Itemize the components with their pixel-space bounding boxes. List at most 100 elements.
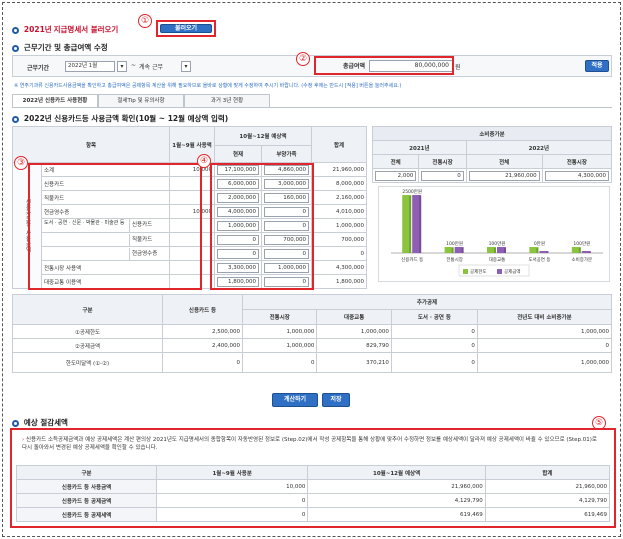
deduction-table: 구분 신용카드 등 추가공제 전통시장 대중교통 도서 · 공연 등 전년도 대… xyxy=(12,294,613,373)
period-salary-bar: 근무기간 2022년 1월 ▾ ~ 계속 근무 ▾ 총급여액 80,000,00… xyxy=(12,55,612,77)
cell-card: 2,500,000 xyxy=(162,324,243,339)
tab-past-3-years[interactable]: 과거 3년 현황 xyxy=(184,94,270,108)
row-total: 2,160,000 xyxy=(311,190,367,205)
chart-bar-shade xyxy=(536,248,539,253)
callout-2: ② xyxy=(296,52,310,66)
row-total: 4,300,000 xyxy=(311,260,367,275)
chart-category-label: 도서공연 등 xyxy=(528,256,550,263)
col-2021-total: 전체 xyxy=(371,154,420,169)
year-2021: 2021년 xyxy=(372,140,467,155)
input-2021-total[interactable]: 2,000 xyxy=(375,170,417,181)
chart-bar-shade xyxy=(409,196,412,253)
deduction-chart: 2500만원 신용카드 등 100만원 전통시장 100만원 대중교통 0만원 도서공연 등 1… xyxy=(378,186,610,282)
chart-legend-label: 공제금액 xyxy=(504,268,521,275)
section4-heading: 예상 절감세액 xyxy=(12,417,68,428)
chart-data-label: 100만원 xyxy=(489,240,506,247)
cell-book: 0 xyxy=(390,352,478,373)
chart-legend-swatch xyxy=(463,269,468,274)
row-label: ①공제한도 xyxy=(12,324,163,339)
cell-increase: 1,000,000 xyxy=(476,324,613,339)
tab-underline xyxy=(12,107,612,108)
table-row: ①공제한도 2,500,000 1,000,000 1,000,000 0 1,… xyxy=(12,324,613,339)
cell-jan: 0 xyxy=(155,493,309,508)
cell-total: 619,469 xyxy=(484,507,611,522)
chart-data-label: 100만원 xyxy=(573,240,590,247)
cell-card: 0 xyxy=(162,352,243,373)
heading-load-title: 지급명세서 불러오기 xyxy=(53,25,119,34)
cell-card: 2,400,000 xyxy=(162,338,243,353)
heading-year: 2021년 xyxy=(23,25,52,34)
col-transport: 대중교통 xyxy=(316,309,392,325)
chart-bar-shade xyxy=(419,196,422,253)
callout-box-4 xyxy=(210,163,314,290)
cell-book: 0 xyxy=(390,338,478,353)
section2-title: 2022년 신용카드등 사용금액 확인(10월 ~ 12월 예상액 입력) xyxy=(23,114,229,123)
chart-category-label: 소비증가분 xyxy=(571,256,592,263)
load-button[interactable]: 불러오기 xyxy=(160,24,212,33)
chart-bar-shade xyxy=(504,248,506,253)
row-total: 1,800,000 xyxy=(311,274,367,289)
tax-table: 구분 1월~9월 사용분 10월~12월 예상액 합계 신용카드 등 사용금액 … xyxy=(16,465,611,522)
callout-box-1: 불러오기 xyxy=(156,20,216,37)
cell-increase: 1,000,000 xyxy=(476,352,613,373)
chevron-down-icon[interactable]: ▾ xyxy=(181,61,191,72)
col-total: 합계 xyxy=(311,126,367,163)
tab-tips[interactable]: 절세Tip 및 유의사항 xyxy=(98,94,184,108)
cell-transport: 1,000,000 xyxy=(316,324,392,339)
col-type: 구분 xyxy=(16,465,157,480)
input-2022-total[interactable]: 21,960,000 xyxy=(468,170,540,181)
col-type: 구분 xyxy=(12,294,163,325)
consumption-table: 소비증가분 2021년 2022년 전체 전통시장 전체 전통시장 2,000 … xyxy=(371,126,613,183)
bullet-icon xyxy=(12,116,19,123)
input-2021-market[interactable]: 0 xyxy=(421,170,464,181)
chart-data-label: 0만원 xyxy=(534,240,545,247)
chart-legend-swatch xyxy=(497,269,502,274)
row-label: 신용카드 등 공제세액 xyxy=(16,507,157,522)
row-total: 8,000,000 xyxy=(311,176,367,191)
cell-book: 0 xyxy=(390,324,478,339)
section1-heading: 근무기간 및 총급여액 수정 xyxy=(12,42,108,53)
salary-unit: 원 xyxy=(455,64,461,71)
chart-category-label: 신용카드 등 xyxy=(401,256,423,263)
input-2022-market[interactable]: 4,300,000 xyxy=(544,170,609,181)
chevron-down-icon[interactable]: ▾ xyxy=(117,61,127,72)
cell-jan: 0 xyxy=(155,507,309,522)
callout-1: ① xyxy=(138,14,152,28)
col-market: 전통시장 xyxy=(241,309,318,325)
callout-3: ③ xyxy=(14,156,28,170)
table-row: 신용카드 등 공제금액 0 4,129,790 4,129,790 xyxy=(16,493,611,508)
row-label: 신용카드 등 사용금액 xyxy=(16,479,157,494)
apply-button[interactable]: 적용 xyxy=(585,60,609,72)
year-2022: 2022년 xyxy=(465,140,613,155)
cell-oct: 4,129,790 xyxy=(307,493,486,508)
row-total: 4,010,000 xyxy=(311,204,367,219)
col-increase: 전년도 대비 소비증가분 xyxy=(476,309,613,325)
col-jan-sep: 1월~9월 사용분 xyxy=(155,465,309,480)
calculate-button[interactable]: 계산하기 xyxy=(272,393,318,407)
row-total: 0 xyxy=(311,246,367,261)
col-book: 도서 · 공연 등 xyxy=(390,309,478,325)
section2-heading: 2022년 신용카드등 사용금액 확인(10월 ~ 12월 예상액 입력) xyxy=(12,113,228,124)
period-separator: ~ xyxy=(131,62,137,69)
chart-category-label: 대중교통 xyxy=(489,256,506,263)
callout-box-3 xyxy=(28,163,202,290)
col-2022-market: 전통시장 xyxy=(541,154,613,169)
col-total: 합계 xyxy=(484,465,611,480)
col-oct-dec: 10월~12월 예상액 xyxy=(214,125,312,147)
row-total: 1,000,000 xyxy=(311,218,367,233)
chart-bar-shade xyxy=(588,252,591,253)
cell-oct: 619,469 xyxy=(307,507,486,522)
col-card: 신용카드 등 xyxy=(162,294,243,325)
tax-note: › 신용카드 소득공제금액과 예상 공제세액은 계산 편의상 2021년도 지급… xyxy=(22,436,602,452)
tab-usage-status[interactable]: 2022년 신용카드 사용현황 xyxy=(12,94,98,108)
period-label: 근무기간 xyxy=(27,65,50,72)
cell-oct: 21,960,000 xyxy=(307,479,486,494)
col-current: 현재 xyxy=(214,145,262,163)
period-month-select[interactable]: 2022년 1월 xyxy=(65,61,115,72)
salary-note: ※ 연주기과류 신용카드사용금액을 확인하고 총급여액은 공제항목 계산을 위해… xyxy=(14,83,402,89)
row-label: 한도미달액 (①-②) xyxy=(12,352,163,373)
chart-data-label: 2500만원 xyxy=(402,188,422,195)
cell-total: 4,129,790 xyxy=(484,493,611,508)
chart-bar-shade xyxy=(451,248,454,253)
save-button[interactable]: 저장 xyxy=(322,393,350,407)
